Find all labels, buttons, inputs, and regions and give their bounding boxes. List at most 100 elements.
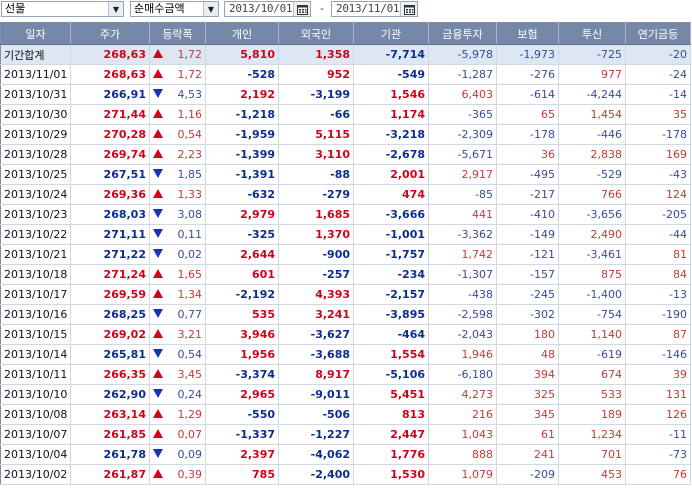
table-row[interactable]: 2013/10/08 263,14 1,29 -550 -506 813 216 345 189… [0,404,691,425]
cell-date: 2013/10/25 [0,164,71,185]
column-header-pension[interactable]: 연기금등 [625,22,691,45]
cell-change: 3,21 [165,324,206,345]
table-row[interactable]: 2013/10/30 271,44 1,16 -1,218 -66 1,174 -365 65… [0,104,691,125]
cell-date: 2013/10/23 [0,204,71,225]
cell-pension: 81 [625,244,691,265]
cell-date: 2013/10/18 [0,264,71,285]
cell-change: 4,53 [165,84,206,105]
table-header-row: 일자 주가 등락폭 개인 외국인 기관 금융투자 보험 투신 연기금등 [0,22,691,45]
table-row[interactable]: 2013/10/29 270,28 0,54 -1,959 5,115 -3,218 -2,… [0,124,691,145]
triangle-up-icon [153,269,163,278]
cell-date: 2013/10/24 [0,184,71,205]
cell-individual: -550 [205,404,279,425]
table-row[interactable]: 2013/10/24 269,36 1,33 -632 -279 474 -85 -217 76… [0,184,691,205]
cell-date: 2013/10/14 [0,344,71,365]
table-row[interactable]: 2013/10/02 261,87 0,39 785 -2,400 1,530 1,079-… [0,464,691,485]
cell-institution: -464 [353,324,429,345]
cell-change-direction [149,444,166,465]
table-row[interactable]: 2013/10/14 265,81 0,54 1,956 -3,688 1,554 1,94… [0,344,691,365]
table-row[interactable]: 2013/10/22 271,11 0,11 -325 1,370 -1,001 -3,36… [0,224,691,245]
cell-change-direction [149,244,166,265]
chevron-down-icon[interactable]: ▼ [203,2,218,16]
cell-investment-trust: 1,454 [558,104,626,125]
date-to-input[interactable]: 2013/11/01 [331,1,418,17]
table-row[interactable]: 2013/10/17 269,59 1,34 -2,192 4,393 -2,157 -43… [0,284,691,305]
cell-foreign: -506 [278,404,354,425]
table-row[interactable]: 2013/10/07 261,85 0,07 -1,337 -1,227 2,447 1,0… [0,424,691,445]
date-from-input[interactable]: 2013/10/01 [224,1,311,17]
total-row[interactable]: 기간합계 268,63 1,72 5,810 1,358 -7,714 -5,978 -1,9… [0,44,691,65]
cell-foreign: 1,370 [278,224,354,245]
cell-individual: -1,218 [205,104,279,125]
cell-change-direction [149,304,166,325]
triangle-up-icon [153,289,163,298]
column-header-change[interactable]: 등락폭 [149,22,206,45]
cell-date: 2013/10/31 [0,84,71,105]
column-header-financial-investment[interactable]: 금융투자 [428,22,497,45]
table-row[interactable]: 2013/10/10 262,90 0,24 2,965 -9,011 5,451 4,27… [0,384,691,405]
column-header-price[interactable]: 주가 [70,22,150,45]
cell-price: 271,44 [70,104,150,125]
market-select[interactable]: 선물 ▼ [1,1,124,17]
column-header-institution[interactable]: 기관 [353,22,429,45]
cell-insurance: -614 [496,84,559,105]
table-row[interactable]: 2013/10/16 268,25 0,77 535 3,241 -3,895 -2,598… [0,304,691,325]
table-row[interactable]: 2013/10/11 266,35 3,45 -3,374 8,917 -5,106 -6,… [0,364,691,385]
table-row[interactable]: 2013/10/25 267,51 1,85 -1,391 -88 2,001 2,917-… [0,164,691,185]
cell-change: 1,72 [165,64,206,85]
cell-institution: -7,714 [353,44,429,65]
table-row[interactable]: 2013/10/04 261,78 0,09 2,397 -4,062 1,776 888 2… [0,444,691,465]
cell-individual: 535 [205,304,279,325]
cell-price: 266,35 [70,364,150,385]
cell-investment-trust: 533 [558,384,626,405]
cell-pension: -20 [625,44,691,65]
cell-pension: -44 [625,224,691,245]
cell-price: 267,51 [70,164,150,185]
triangle-down-icon [153,89,163,98]
cell-financial-investment: -2,598 [428,304,497,325]
column-header-insurance[interactable]: 보험 [496,22,559,45]
cell-date: 기간합계 [0,44,71,65]
cell-institution: 2,447 [353,424,429,445]
cell-institution: -1,001 [353,224,429,245]
table-row[interactable]: 2013/10/21 271,22 0,02 2,644 -900 -1,757 1,742… [0,244,691,265]
column-header-investment-trust[interactable]: 투신 [558,22,626,45]
cell-change: 0,39 [165,464,206,485]
cell-foreign: -4,062 [278,444,354,465]
cell-pension: 35 [625,104,691,125]
cell-pension: 39 [625,364,691,385]
cell-foreign: 3,241 [278,304,354,325]
table-row[interactable]: 2013/10/28 269,74 2,23 -1,399 3,110 -2,678 -5,… [0,144,691,165]
cell-investment-trust: 701 [558,444,626,465]
table-row[interactable]: 2013/10/15 269,02 3,21 3,946 -3,627 -464 -2,04… [0,324,691,345]
cell-date: 2013/11/01 [0,64,71,85]
cell-investment-trust: 766 [558,184,626,205]
column-header-individual[interactable]: 개인 [205,22,279,45]
table-row[interactable]: 2013/10/23 268,03 3,08 2,979 1,685 -3,666 441-… [0,204,691,225]
cell-foreign: -279 [278,184,354,205]
cell-pension: -190 [625,304,691,325]
column-header-date[interactable]: 일자 [0,22,71,45]
calendar-icon[interactable] [400,2,417,16]
cell-investment-trust: 1,140 [558,324,626,345]
table-row[interactable]: 2013/10/18 271,24 1,65 601 -257 -234 -1,307 -15… [0,264,691,285]
cell-individual: -3,374 [205,364,279,385]
cell-foreign: -257 [278,264,354,285]
calendar-icon[interactable] [293,2,310,16]
cell-pension: 124 [625,184,691,205]
cell-insurance: -1,973 [496,44,559,65]
cell-financial-investment: 2,917 [428,164,497,185]
chevron-down-icon[interactable]: ▼ [108,2,123,16]
metric-select[interactable]: 순매수금액 ▼ [130,1,219,17]
cell-change-direction [149,184,166,205]
cell-pension: -73 [625,444,691,465]
cell-individual: -528 [205,64,279,85]
cell-foreign: -88 [278,164,354,185]
column-header-foreign[interactable]: 외국인 [278,22,354,45]
table-row[interactable]: 2013/10/31 266,91 4,53 2,192 -3,199 1,546 6,40… [0,84,691,105]
cell-foreign: -9,011 [278,384,354,405]
cell-pension: 169 [625,144,691,165]
cell-insurance: -149 [496,224,559,245]
cell-pension: -24 [625,64,691,85]
table-row[interactable]: 2013/11/01 268,63 1,72 -528 952 -549 -1,287 -27… [0,64,691,85]
